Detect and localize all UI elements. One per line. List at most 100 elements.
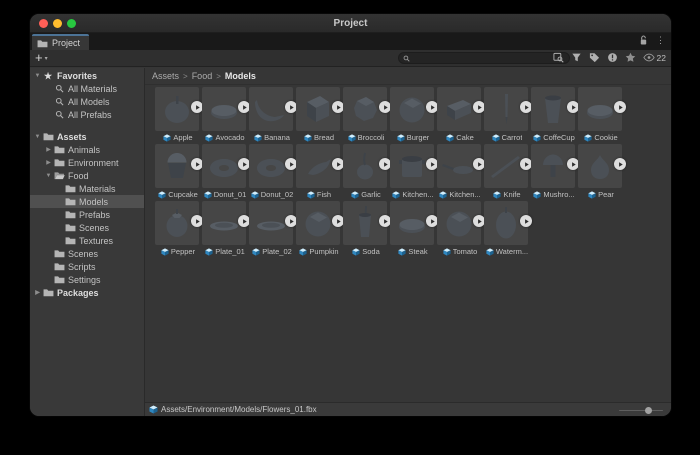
sidebar-item-all-models[interactable]: All Models — [30, 95, 144, 108]
asset-thumbnail[interactable] — [437, 201, 481, 245]
asset-item-plate-02[interactable]: Plate_02 — [249, 201, 295, 258]
asset-thumbnail[interactable] — [578, 87, 622, 131]
asset-thumbnail[interactable] — [202, 201, 246, 245]
search-field[interactable] — [398, 52, 570, 64]
sidebar-item-textures[interactable]: Textures — [30, 234, 144, 247]
open-in-search-icon[interactable] — [553, 52, 564, 63]
expand-icon[interactable]: ▶ — [44, 159, 53, 166]
close-window-button[interactable] — [39, 19, 48, 28]
asset-thumbnail[interactable] — [484, 201, 528, 245]
expand-asset-button[interactable] — [520, 215, 532, 227]
asset-thumbnail[interactable] — [390, 201, 434, 245]
asset-item-burger[interactable]: Burger — [390, 87, 436, 144]
asset-item-cupcake[interactable]: Cupcake — [155, 144, 201, 201]
asset-item-avocado[interactable]: Avocado — [202, 87, 248, 144]
asset-thumbnail[interactable] — [202, 87, 246, 131]
create-asset-button[interactable]: + ▾ — [35, 50, 48, 66]
minimize-window-button[interactable] — [53, 19, 62, 28]
asset-item-waterm-[interactable]: Waterm... — [484, 201, 530, 258]
asset-thumbnail[interactable] — [155, 144, 199, 188]
sidebar-item-favorites[interactable]: ▼★Favorites — [30, 69, 144, 82]
asset-item-tomato[interactable]: Tomato — [437, 201, 483, 258]
breadcrumb-segment[interactable]: Assets — [152, 71, 179, 81]
asset-item-pumpkin[interactable]: Pumpkin — [296, 201, 342, 258]
asset-thumbnail[interactable] — [390, 87, 434, 131]
sidebar-item-settings[interactable]: Settings — [30, 273, 144, 286]
collapse-icon[interactable]: ▼ — [33, 134, 42, 140]
save-search-icon[interactable] — [625, 52, 636, 63]
asset-item-fish[interactable]: Fish — [296, 144, 342, 201]
sidebar-item-environment[interactable]: ▶Environment — [30, 156, 144, 169]
asset-item-garlic[interactable]: Garlic — [343, 144, 389, 201]
sidebar-item-all-materials[interactable]: All Materials — [30, 82, 144, 95]
hidden-items-count[interactable]: 22 — [643, 53, 666, 63]
tab-project[interactable]: Project — [32, 34, 89, 50]
asset-item-coffecup[interactable]: CoffeCup — [531, 87, 577, 144]
asset-item-donut-01[interactable]: Donut_01 — [202, 144, 248, 201]
search-input[interactable] — [413, 54, 565, 63]
thumbnail-size-slider[interactable] — [619, 408, 663, 412]
asset-item-pepper[interactable]: Pepper — [155, 201, 201, 258]
sidebar-item-materials[interactable]: Materials — [30, 182, 144, 195]
asset-item-apple[interactable]: Apple — [155, 87, 201, 144]
expand-icon[interactable]: ▶ — [33, 289, 42, 296]
lock-icon[interactable] — [639, 35, 648, 46]
asset-item-carrot[interactable]: Carrot — [484, 87, 530, 144]
asset-item-donut-02[interactable]: Donut_02 — [249, 144, 295, 201]
window-menu-icon[interactable]: ⋮ — [656, 35, 665, 46]
asset-thumbnail[interactable] — [484, 144, 528, 188]
sidebar-item-scripts[interactable]: Scripts — [30, 260, 144, 273]
sidebar-item-scenes[interactable]: Scenes — [30, 247, 144, 260]
sidebar-item-models[interactable]: Models — [30, 195, 144, 208]
asset-thumbnail[interactable] — [531, 87, 575, 131]
sidebar-item-all-prefabs[interactable]: All Prefabs — [30, 108, 144, 121]
collapse-icon[interactable]: ▼ — [44, 173, 53, 179]
asset-thumbnail[interactable] — [343, 87, 387, 131]
asset-thumbnail[interactable] — [484, 87, 528, 131]
asset-thumbnail[interactable] — [202, 144, 246, 188]
sidebar-item-food[interactable]: ▼Food — [30, 169, 144, 182]
asset-thumbnail[interactable] — [249, 201, 293, 245]
sidebar-item-animals[interactable]: ▶Animals — [30, 143, 144, 156]
asset-item-knife[interactable]: Knife — [484, 144, 530, 201]
expand-asset-button[interactable] — [614, 101, 626, 113]
search-by-label-icon[interactable] — [589, 52, 600, 63]
breadcrumb-segment[interactable]: Food — [192, 71, 213, 81]
asset-thumbnail[interactable] — [155, 201, 199, 245]
asset-thumbnail[interactable] — [296, 87, 340, 131]
filter-info-icon[interactable] — [607, 52, 618, 63]
asset-thumbnail[interactable] — [578, 144, 622, 188]
collapse-icon[interactable]: ▼ — [33, 73, 42, 79]
slider-handle[interactable] — [645, 407, 652, 414]
sidebar-item-assets[interactable]: ▼Assets — [30, 130, 144, 143]
asset-item-banana[interactable]: Banana — [249, 87, 295, 144]
breadcrumb-segment[interactable]: Models — [225, 71, 256, 81]
asset-thumbnail[interactable] — [437, 87, 481, 131]
expand-asset-button[interactable] — [614, 158, 626, 170]
asset-item-pear[interactable]: Pear — [578, 144, 624, 201]
window-titlebar[interactable]: Project — [30, 14, 671, 33]
asset-item-kitchen-[interactable]: Kitchen... — [437, 144, 483, 201]
zoom-window-button[interactable] — [67, 19, 76, 28]
asset-thumbnail[interactable] — [296, 144, 340, 188]
search-by-type-icon[interactable] — [571, 52, 582, 63]
slider-track[interactable] — [619, 410, 663, 412]
asset-item-broccoli[interactable]: Broccoli — [343, 87, 389, 144]
asset-item-cake[interactable]: Cake — [437, 87, 483, 144]
asset-item-kitchen-[interactable]: Kitchen... — [390, 144, 436, 201]
sidebar-item-prefabs[interactable]: Prefabs — [30, 208, 144, 221]
asset-thumbnail[interactable] — [343, 144, 387, 188]
asset-item-cookie[interactable]: Cookie — [578, 87, 624, 144]
asset-thumbnail[interactable] — [343, 201, 387, 245]
asset-thumbnail[interactable] — [531, 144, 575, 188]
asset-item-mushro-[interactable]: Mushro... — [531, 144, 577, 201]
asset-thumbnail[interactable] — [155, 87, 199, 131]
sidebar-item-packages[interactable]: ▶Packages — [30, 286, 144, 299]
sidebar-item-scenes[interactable]: Scenes — [30, 221, 144, 234]
asset-item-steak[interactable]: Steak — [390, 201, 436, 258]
expand-icon[interactable]: ▶ — [44, 146, 53, 153]
asset-item-soda[interactable]: Soda — [343, 201, 389, 258]
asset-thumbnail[interactable] — [390, 144, 434, 188]
asset-thumbnail[interactable] — [296, 201, 340, 245]
asset-thumbnail[interactable] — [437, 144, 481, 188]
